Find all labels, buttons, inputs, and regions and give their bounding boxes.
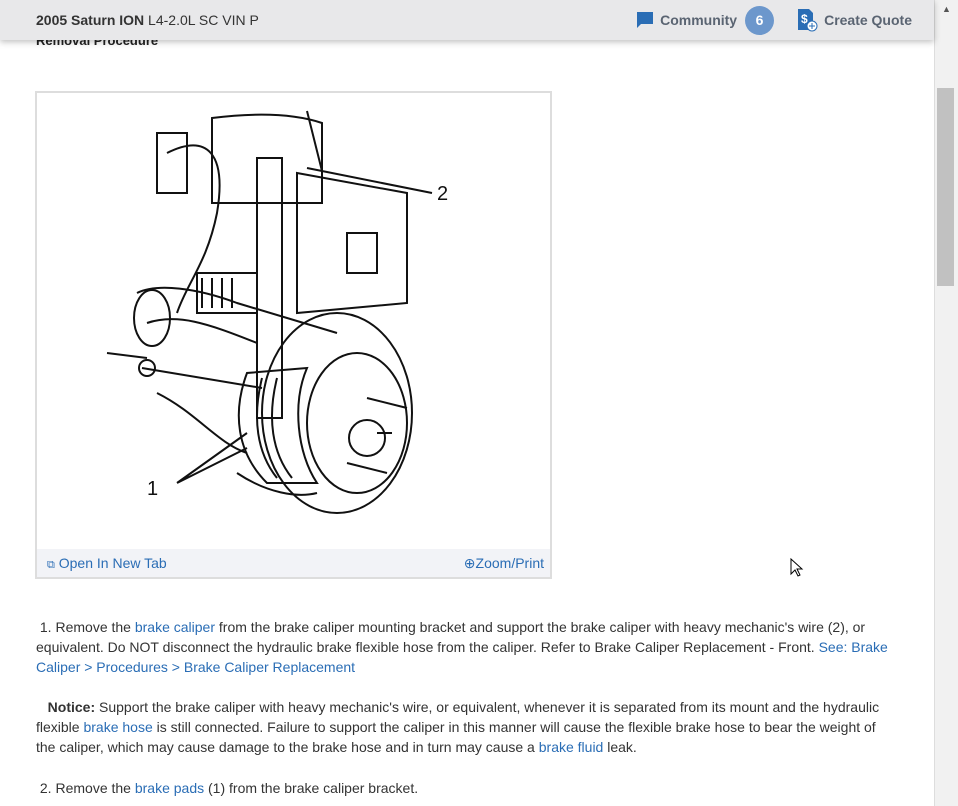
figure-toolbar: ⧉ Open In New Tab ⊕Zoom/Print [37,549,550,577]
brake-pads-link[interactable]: brake pads [135,780,204,796]
step-1: 1. Remove the brake caliper from the bra… [36,619,888,675]
new-tab-icon: ⧉ [47,558,55,571]
chat-icon [637,12,654,28]
community-count-badge: 6 [745,5,775,35]
quote-dollar-icon: $ [798,9,818,32]
zoom-in-icon: ⊕ [463,554,476,571]
community-button[interactable]: Community 6 [636,5,788,35]
notice-paragraph: Notice: Support the brake caliper with h… [36,699,880,755]
brake-caliper-link[interactable]: brake caliper [135,619,215,635]
create-quote-button[interactable]: $ Create Quote [796,8,912,32]
step-2: 2. Remove the brake pads (1) from the br… [39,780,419,796]
open-new-tab-link[interactable]: ⧉ Open In New Tab [47,555,167,572]
mouse-cursor-icon [790,558,804,577]
vehicle-title: 2005 Saturn ION L4-2.0L SC VIN P [36,12,259,28]
brake-hose-link[interactable]: brake hose [83,719,152,735]
brake-fluid-link[interactable]: brake fluid [539,739,604,755]
scroll-up-icon[interactable]: ▲ [942,4,951,14]
brake-assembly-illustration: 2 1 [106,110,448,514]
zoom-print-link[interactable]: ⊕Zoom/Print [464,555,544,572]
brake-diagram-figure: 2 1 ⧉ Open In New Tab ⊕Zoom/Print [35,91,552,579]
callout-2: 2 [437,183,448,205]
top-header: 2005 Saturn ION L4-2.0L SC VIN P Communi… [0,0,934,40]
callout-1: 1 [147,478,158,500]
scrollbar-thumb[interactable] [937,88,954,286]
vertical-scrollbar[interactable]: ▲ [934,0,958,806]
